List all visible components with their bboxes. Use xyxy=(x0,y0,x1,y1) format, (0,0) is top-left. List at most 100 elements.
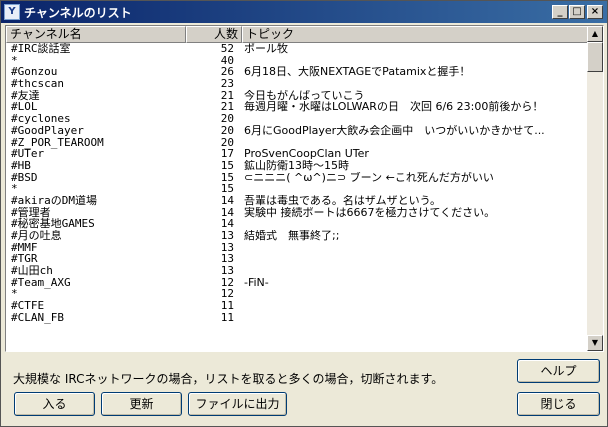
user-count: 14 xyxy=(220,206,234,219)
channel-row[interactable]: #Gonzou 26 6月18日、大阪NEXTAGEでPatamixと握手！ xyxy=(6,66,589,78)
disconnect-notice: 大規模な IRCネットワークの場合，リストを取ると多くの場合，切断されます。 xyxy=(13,372,444,386)
channel-row[interactable]: #管理者 14 実験中 接続ポートは6667を極力さけてください。 xyxy=(6,207,589,219)
channel-name: #秘密基地GAMES xyxy=(11,218,95,231)
channel-row[interactable]: #月の吐息 13 結婚式 無事終了;; xyxy=(6,230,589,242)
close-window-button[interactable]: × xyxy=(587,5,603,19)
channel-name: #山田ch xyxy=(11,265,53,278)
user-count: 13 xyxy=(220,241,234,254)
channel-rows: #IRC談話室 52 ポール牧 * 40 #Gonzou 26 6月18日、大阪NEXTAGE… xyxy=(6,43,589,324)
channel-name: #Team_AXG xyxy=(11,276,71,289)
user-count: 15 xyxy=(220,171,234,184)
channel-name: #thcscan xyxy=(11,78,64,91)
user-count: 21 xyxy=(220,89,234,102)
channel-row[interactable]: #IRC談話室 52 ポール牧 xyxy=(6,43,589,55)
user-count: 13 xyxy=(220,230,234,242)
channel-name: #LOL xyxy=(11,101,38,114)
user-count: 40 xyxy=(220,54,234,67)
channel-name: #MMF xyxy=(11,241,38,254)
channel-row[interactable]: #thcscan 23 xyxy=(6,78,589,90)
channel-topic: 鉱山防衛13時〜15時 xyxy=(244,159,349,172)
column-header-name[interactable]: チャンネル名 xyxy=(6,26,186,43)
channel-row[interactable]: #CLAN_FB 11 xyxy=(6,312,589,324)
channel-topic: 6月18日、大阪NEXTAGEでPatamixと握手！ xyxy=(244,66,471,79)
join-button[interactable]: 入る xyxy=(14,392,95,416)
channel-topic: 毎週月曜・水曜はLOLWARの日 次回 6/6 23:00前後から！ xyxy=(244,101,544,114)
channel-topic: ポール牧 xyxy=(244,43,288,55)
channel-name: #GoodPlayer xyxy=(11,124,84,137)
user-count: 14 xyxy=(220,194,234,207)
channel-row[interactable]: #Z_POR_TEAROOM 20 xyxy=(6,137,589,149)
channel-row[interactable]: * 12 xyxy=(6,288,589,300)
channel-topic: 吾輩は毒虫である。名はザムザという。 xyxy=(244,194,442,207)
channel-name: #友達 xyxy=(11,89,40,102)
channel-topic: 6月にGoodPlayer大飲み会企画中 いつがいいかきかせて... xyxy=(244,124,545,137)
vertical-scrollbar[interactable]: ▲ ▼ xyxy=(587,26,603,351)
maximize-button[interactable]: □ xyxy=(569,5,585,19)
user-count: 20 xyxy=(220,124,234,137)
user-count: 15 xyxy=(220,183,234,196)
channel-topic: 実験中 接続ポートは6667を極力さけてください。 xyxy=(244,206,496,219)
user-count: 12 xyxy=(220,288,234,301)
channel-row[interactable]: #UTer 17 ProSvenCoopClan UTer xyxy=(6,148,589,160)
channel-row[interactable]: #GoodPlayer 20 6月にGoodPlayer大飲み会企画中 いつがいいか… xyxy=(6,125,589,137)
channel-row[interactable]: * 15 xyxy=(6,183,589,195)
channel-list[interactable]: チャンネル名 人数 トピック #IRC談話室 52 ポール牧 * 40 #Gonzou 26… xyxy=(5,25,604,352)
user-count: 14 xyxy=(220,218,234,231)
channel-name: #CTFE xyxy=(11,300,45,313)
channel-row[interactable]: * 40 xyxy=(6,55,589,67)
scroll-up-icon[interactable]: ▲ xyxy=(587,26,603,42)
user-count: 13 xyxy=(220,265,234,278)
user-count: 13 xyxy=(220,253,234,266)
channel-row[interactable]: #akiraのDM道場 14 吾輩は毒虫である。名はザムザという。 xyxy=(6,195,589,207)
channel-name: * xyxy=(11,183,18,196)
channel-topic: ⊂ニニニ( ^ω^)ニ⊃ ブーン ←これ死んだ方がいい xyxy=(244,171,494,184)
user-count: 20 xyxy=(220,136,234,149)
user-count: 17 xyxy=(220,148,234,161)
channel-name: #CLAN_FB xyxy=(11,311,64,324)
list-header: チャンネル名 人数 トピック xyxy=(6,26,589,43)
title-bar[interactable]: Y チャンネルのリスト _ □ × xyxy=(1,1,607,23)
close-button[interactable]: 閉じる xyxy=(517,392,600,416)
channel-list-window: Y チャンネルのリスト _ □ × チャンネル名 人数 トピック #IRC談話室… xyxy=(0,0,608,427)
channel-row[interactable]: #MMF 13 xyxy=(6,242,589,254)
channel-topic: -FiN- xyxy=(244,276,269,289)
minimize-button[interactable]: _ xyxy=(552,5,568,19)
user-count: 26 xyxy=(220,66,234,79)
scroll-thumb[interactable] xyxy=(587,42,603,72)
user-count: 20 xyxy=(220,113,234,126)
channel-name: #IRC談話室 xyxy=(11,43,71,55)
channel-name: #Gonzou xyxy=(11,66,58,79)
column-header-topic[interactable]: トピック xyxy=(242,26,589,43)
channel-row[interactable]: #TGR 13 xyxy=(6,253,589,265)
scroll-down-icon[interactable]: ▼ xyxy=(587,335,603,351)
channel-name: * xyxy=(11,288,18,301)
channel-name: #cyclones xyxy=(11,113,71,126)
refresh-button[interactable]: 更新 xyxy=(101,392,182,416)
channel-topic: ProSvenCoopClan UTer xyxy=(244,148,369,161)
channel-topic: 結婚式 無事終了;; xyxy=(244,230,340,242)
user-count: 11 xyxy=(220,311,234,324)
channel-row[interactable]: #秘密基地GAMES 14 xyxy=(6,218,589,230)
channel-row[interactable]: #BSD 15 ⊂ニニニ( ^ω^)ニ⊃ ブーン ←これ死んだ方がいい xyxy=(6,172,589,184)
channel-row[interactable]: #友達 21 今日もがんばっていこう xyxy=(6,90,589,102)
column-header-users[interactable]: 人数 xyxy=(186,26,242,43)
channel-row[interactable]: #cyclones 20 xyxy=(6,113,589,125)
channel-name: #Z_POR_TEAROOM xyxy=(11,136,104,149)
window-title: チャンネルのリスト xyxy=(24,6,132,20)
channel-row[interactable]: #CTFE 11 xyxy=(6,300,589,312)
export-to-file-button[interactable]: ファイルに出力 xyxy=(188,392,287,416)
channel-name: #akiraのDM道場 xyxy=(11,194,97,207)
channel-row[interactable]: #Team_AXG 12 -FiN- xyxy=(6,277,589,289)
channel-name: #月の吐息 xyxy=(11,230,62,242)
channel-name: * xyxy=(11,54,18,67)
channel-row[interactable]: #HB 15 鉱山防衛13時〜15時 xyxy=(6,160,589,172)
user-count: 21 xyxy=(220,101,234,114)
help-button[interactable]: ヘルプ xyxy=(517,359,600,383)
user-count: 15 xyxy=(220,159,234,172)
channel-name: #HB xyxy=(11,159,31,172)
channel-row[interactable]: #LOL 21 毎週月曜・水曜はLOLWARの日 次回 6/6 23:00前後から！ xyxy=(6,101,589,113)
channel-topic: 今日もがんばっていこう xyxy=(244,89,365,102)
channel-name: #TGR xyxy=(11,253,38,266)
channel-name: #BSD xyxy=(11,171,38,184)
channel-row[interactable]: #山田ch 13 xyxy=(6,265,589,277)
